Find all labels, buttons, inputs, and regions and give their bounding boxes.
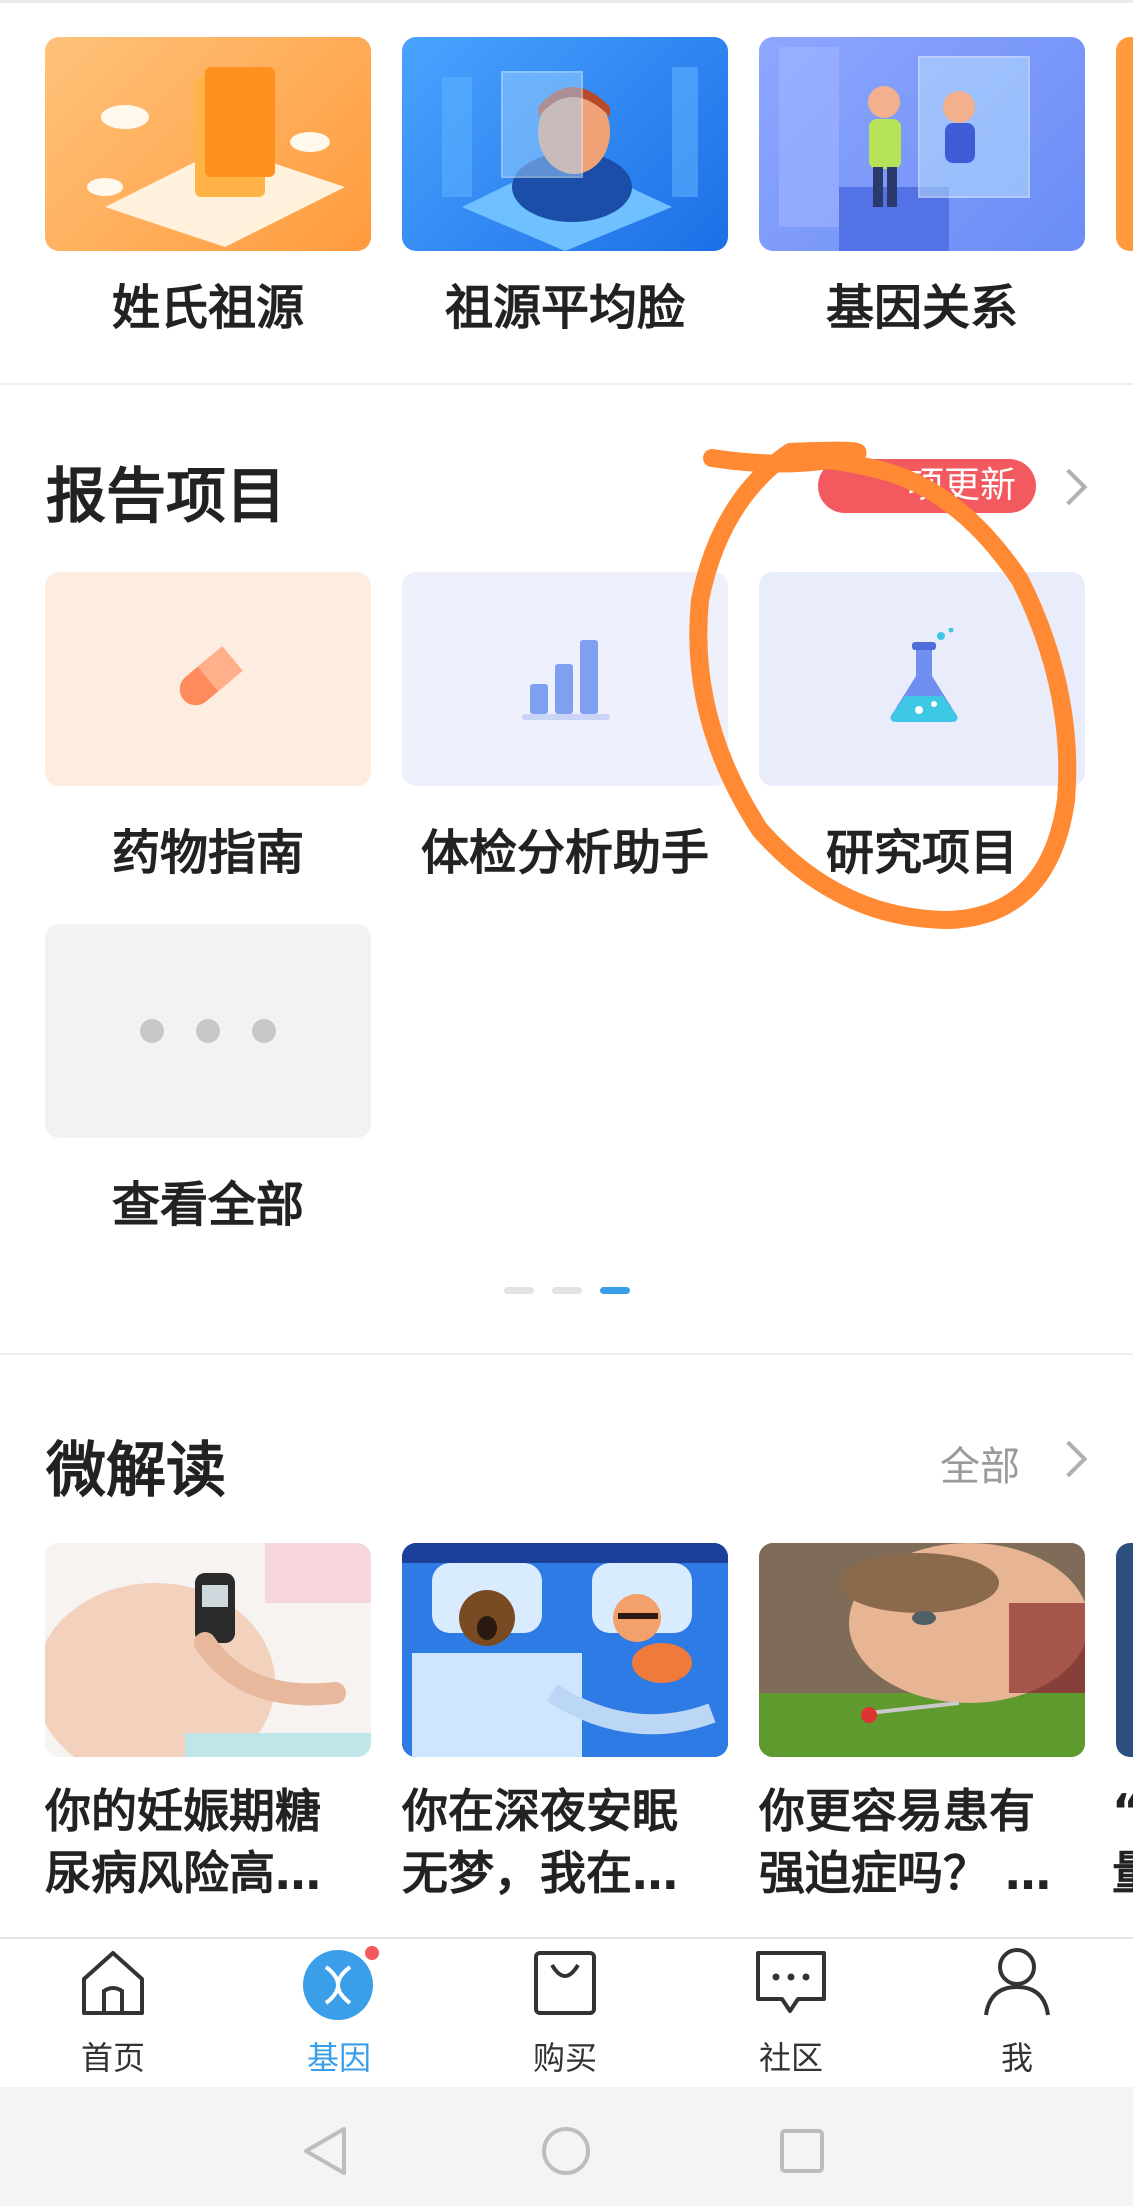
micro-more-chevron[interactable] [1050, 1440, 1088, 1478]
tab-me[interactable]: 我 [904, 1937, 1130, 2087]
chat-icon [756, 1951, 826, 2013]
recents-icon[interactable] [778, 2127, 826, 2175]
article-image-peek[interactable] [1116, 1543, 1133, 1757]
bar-chart-icon [522, 640, 610, 720]
micro-section-title: 微解读 [46, 1436, 226, 1506]
feature-label-face: 祖源平均脸 [444, 280, 685, 336]
sleep-illustration [402, 1543, 728, 1757]
relationship-illustration [779, 47, 1030, 251]
report-section-title: 报告项目 [46, 462, 286, 532]
article-title-peek[interactable]: “ 量 [1112, 1780, 1133, 1904]
tab-home[interactable]: 首页 [0, 1937, 226, 2087]
system-nav-bar [0, 2087, 1133, 2206]
article-image-ocd[interactable] [759, 1543, 1085, 1757]
tab-buy-label: 购买 [532, 2039, 597, 2077]
feature-label-relationship: 基因关系 [825, 280, 1018, 336]
surname-origin-card[interactable] [45, 37, 371, 251]
back-icon[interactable] [300, 2125, 350, 2177]
tab-me-label: 我 [1000, 2039, 1033, 2077]
tab-gene-label: 基因 [306, 2039, 371, 2077]
section-divider [0, 383, 1133, 385]
update-badge[interactable]: 项更新 [818, 459, 1036, 513]
update-badge-text: 项更新 [907, 465, 1016, 506]
research-project-tile[interactable] [759, 572, 1085, 786]
drug-guide-label: 药物指南 [111, 825, 304, 881]
home-circle-icon[interactable] [540, 2125, 592, 2177]
section-divider [0, 1353, 1133, 1355]
page-dot [552, 1287, 582, 1294]
article-image-pregnancy[interactable] [45, 1543, 371, 1757]
article-title-ocd[interactable]: 你更容易患有 强迫症吗？ … [759, 1780, 1079, 1904]
article-image-sleep[interactable] [402, 1543, 728, 1757]
feature-label-surname: 姓氏祖源 [111, 280, 304, 336]
tab-buy[interactable]: 购买 [452, 1937, 678, 2087]
tab-home-label: 首页 [80, 2039, 145, 2077]
research-project-label: 研究项目 [825, 825, 1018, 881]
person-icon [984, 1948, 1050, 2016]
article-title-sleep[interactable]: 你在深夜安眠 无梦，我在… [402, 1780, 722, 1904]
pill-icon [179, 646, 243, 706]
tab-gene[interactable]: 基因 [226, 1937, 452, 2087]
report-more-chevron[interactable] [1050, 468, 1088, 506]
home-icon [82, 1951, 144, 2015]
gene-relationship-card[interactable] [759, 37, 1085, 251]
tab-community[interactable]: 社区 [678, 1937, 904, 2087]
notification-dot [365, 1946, 379, 1960]
ancestry-face-card[interactable] [402, 37, 728, 251]
face-illustration [442, 67, 698, 251]
drug-guide-tile[interactable] [45, 572, 371, 786]
view-all-tile[interactable] [45, 924, 371, 1138]
next-feature-card-peek[interactable] [1116, 37, 1133, 251]
top-divider [0, 0, 1133, 3]
pregnancy-photo [45, 1543, 371, 1757]
surname-illustration [87, 67, 345, 247]
ocd-photo [759, 1543, 1085, 1757]
tab-community-label: 社区 [758, 2039, 823, 2077]
flask-icon [890, 628, 958, 722]
dna-icon [303, 1946, 379, 2020]
more-dots-icon [140, 1019, 276, 1043]
view-all-label: 查看全部 [111, 1177, 304, 1233]
shopping-bag-icon [534, 1951, 596, 2015]
page-dot-active [600, 1287, 630, 1294]
checkup-assistant-tile[interactable] [402, 572, 728, 786]
micro-all-link[interactable]: 全部 [940, 1434, 1020, 1492]
article-title-pregnancy[interactable]: 你的妊娠期糖 尿病风险高… [45, 1780, 365, 1904]
page-dot [504, 1287, 534, 1294]
checkup-assistant-label: 体检分析助手 [420, 825, 709, 881]
